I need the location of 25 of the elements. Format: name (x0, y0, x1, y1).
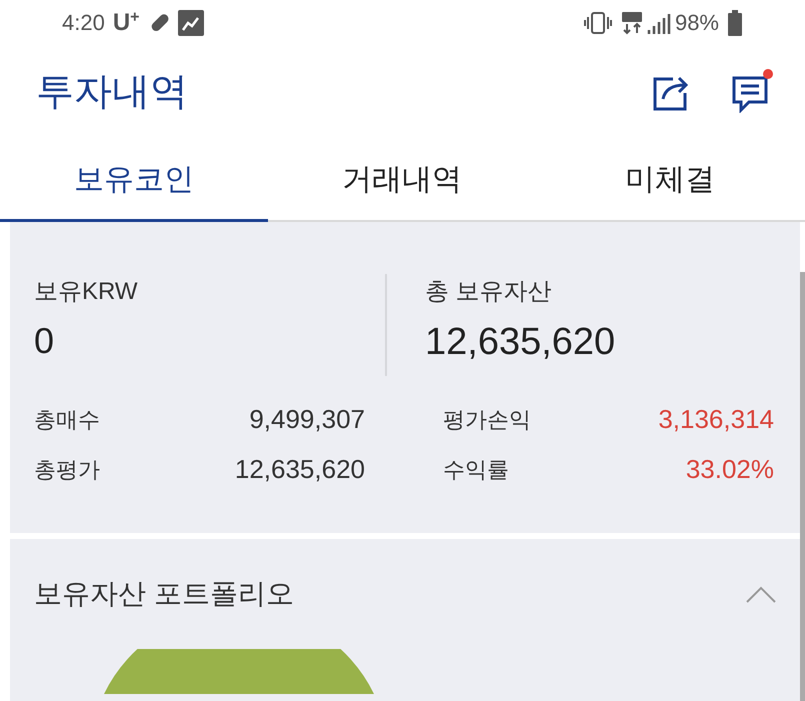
total-asset-value: 12,635,620 (425, 320, 616, 365)
row-label: 수익률 (443, 456, 509, 484)
battery-icon (727, 10, 743, 36)
battery-percent: 98% (674, 9, 719, 37)
total-asset-label: 총 보유자산 (425, 277, 553, 307)
row-value: 9,499,307 (249, 402, 365, 436)
row-label: 총평가 (34, 456, 100, 484)
row-value: 33.02% (686, 452, 774, 486)
chevron-icon (746, 585, 776, 603)
chart-app-icon (178, 10, 204, 36)
row-label: 총매수 (34, 406, 100, 434)
krw-label: 보유KRW (34, 277, 139, 307)
page-title: 투자내역 (36, 70, 189, 115)
row-label: 평가손익 (443, 406, 531, 434)
clock: 4:20 (62, 9, 105, 37)
tab[interactable]: 미체결 (536, 140, 804, 222)
row-value: 12,635,620 (234, 452, 365, 486)
signal-icon (646, 12, 671, 34)
row-value: 3,136,314 (658, 402, 774, 436)
vibrate-icon (582, 10, 613, 34)
lte-icon (620, 10, 643, 34)
tab[interactable]: 거래내역 (268, 140, 536, 222)
krw-value: 0 (34, 319, 56, 363)
portfolio-title: 보유자산 포트폴리오 (34, 577, 295, 611)
carrier-logo: U$^{+}$ (112, 8, 140, 38)
